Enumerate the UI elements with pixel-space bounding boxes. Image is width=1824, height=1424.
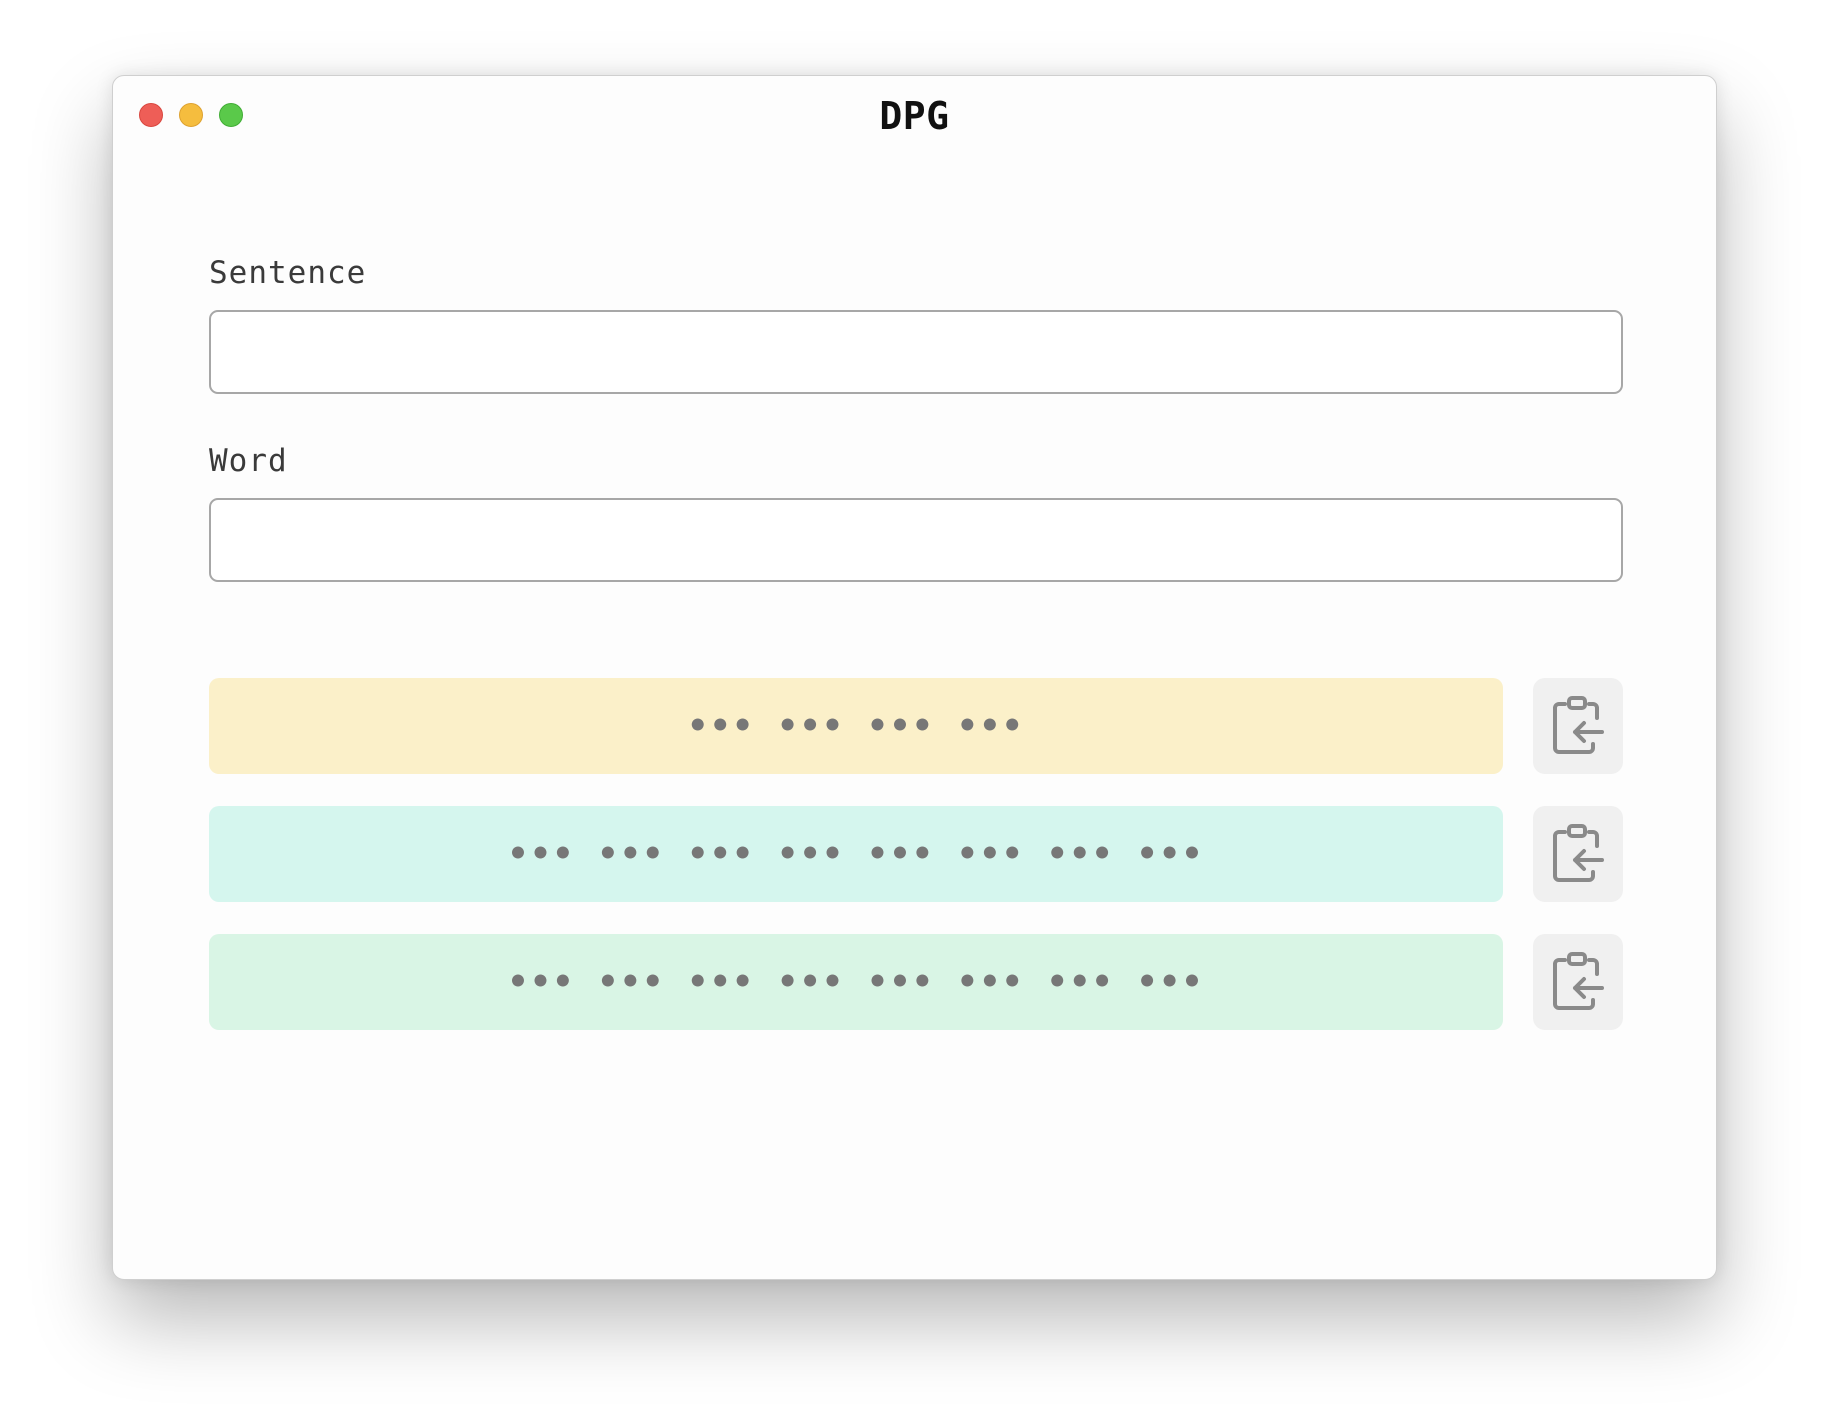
output-box-3: ••• ••• ••• ••• ••• ••• ••• ••• [209, 934, 1503, 1030]
word-label: Word [209, 443, 288, 479]
title-bar: DPG [113, 76, 1716, 154]
copy-button-1[interactable] [1533, 678, 1623, 774]
sentence-input[interactable] [209, 310, 1623, 394]
app-window: DPG Sentence Word ••• ••• ••• ••• ••• ••… [112, 75, 1717, 1280]
window-title: DPG [879, 94, 950, 138]
word-input[interactable] [209, 498, 1623, 582]
output-box-2: ••• ••• ••• ••• ••• ••• ••• ••• [209, 806, 1503, 902]
copy-button-3[interactable] [1533, 934, 1623, 1030]
copy-button-2[interactable] [1533, 806, 1623, 902]
clipboard-paste-icon [1553, 952, 1604, 1010]
clipboard-paste-icon [1553, 696, 1604, 754]
sentence-label: Sentence [209, 255, 367, 291]
output-box-1: ••• ••• ••• ••• [209, 678, 1503, 774]
clipboard-paste-icon [1553, 824, 1604, 882]
